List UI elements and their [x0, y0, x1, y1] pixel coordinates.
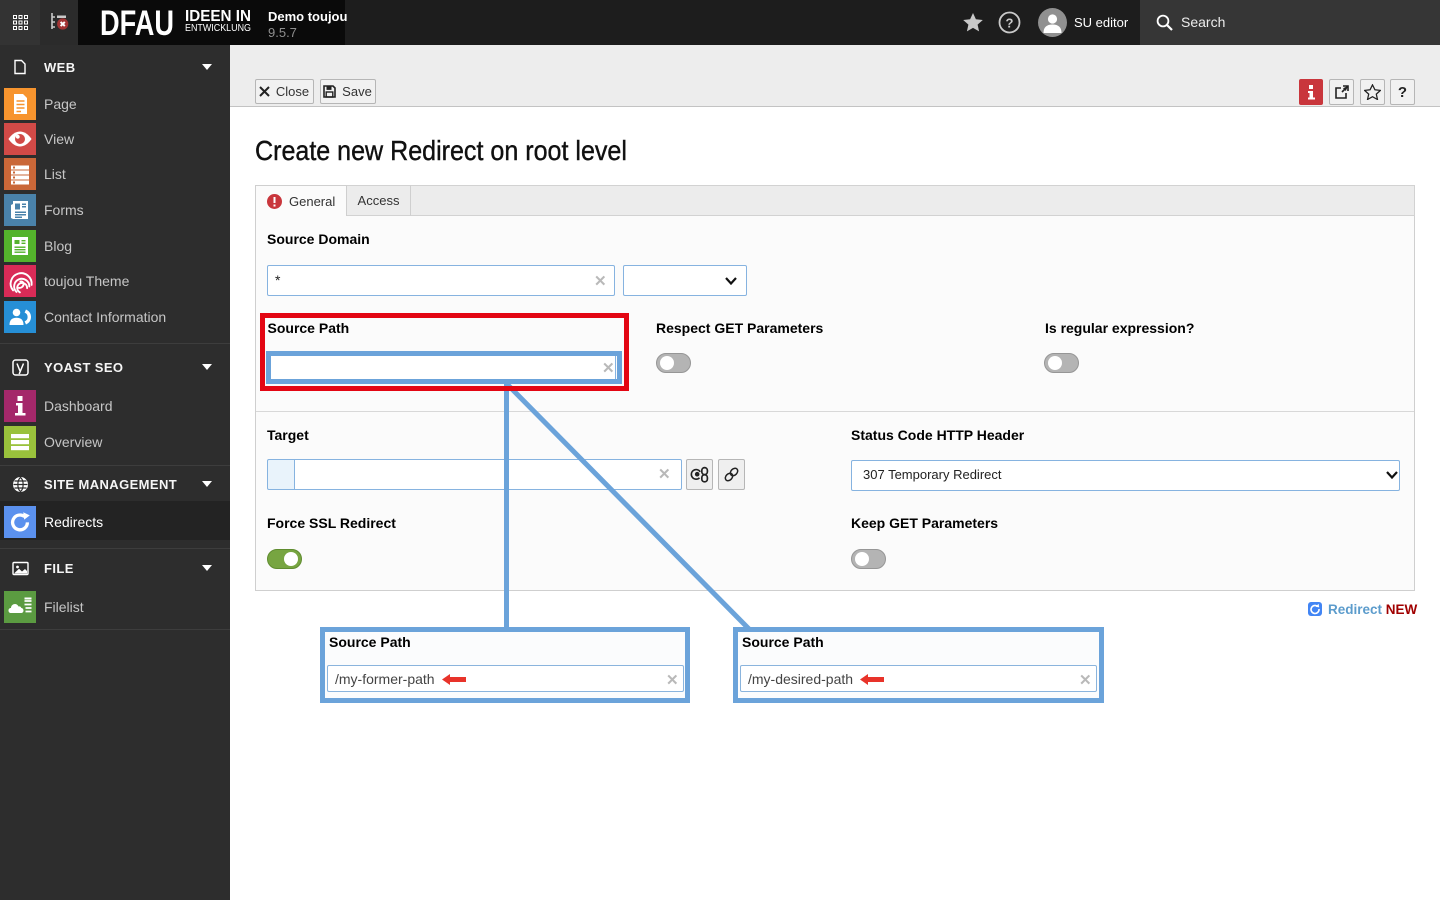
svg-text:?: ?	[1006, 16, 1014, 31]
svg-text:DFAU: DFAU	[100, 4, 174, 40]
svg-text:ENTWICKLUNG: ENTWICKLUNG	[185, 22, 251, 34]
